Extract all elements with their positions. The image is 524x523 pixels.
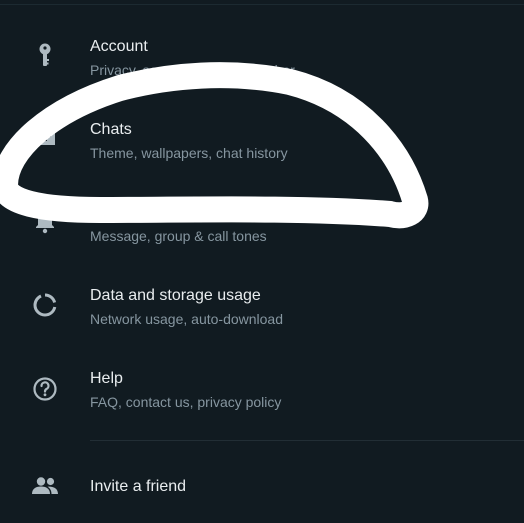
data-usage-icon bbox=[30, 290, 60, 320]
top-divider bbox=[0, 4, 524, 5]
settings-item-title: Data and storage usage bbox=[90, 287, 261, 304]
settings-item-help[interactable]: Help FAQ, contact us, privacy policy bbox=[0, 360, 524, 436]
settings-item-title: Account bbox=[90, 38, 148, 55]
chat-icon bbox=[30, 125, 60, 155]
help-icon bbox=[30, 374, 60, 404]
settings-item-subtitle: Privacy, security, change number bbox=[90, 62, 295, 78]
section-divider bbox=[90, 440, 524, 441]
key-icon bbox=[30, 40, 60, 70]
settings-item-title: Invite a friend bbox=[90, 478, 187, 495]
settings-item-chats[interactable]: Chats Theme, wallpapers, chat history bbox=[0, 111, 524, 187]
settings-item-account[interactable]: Account Privacy, security, change number bbox=[0, 28, 524, 104]
settings-item-title: Notifications bbox=[90, 204, 178, 221]
people-icon bbox=[30, 471, 60, 501]
settings-item-title: Help bbox=[90, 370, 123, 387]
settings-screen: Account Privacy, security, change number… bbox=[0, 0, 524, 523]
settings-item-data-storage[interactable]: Data and storage usage Network usage, au… bbox=[0, 277, 524, 353]
settings-item-title: Chats bbox=[90, 121, 132, 138]
settings-item-subtitle: Network usage, auto-download bbox=[90, 311, 284, 327]
settings-item-subtitle: Message, group & call tones bbox=[90, 228, 267, 244]
settings-item-notifications[interactable]: Notifications Message, group & call tone… bbox=[0, 194, 524, 270]
settings-item-subtitle: FAQ, contact us, privacy policy bbox=[90, 394, 282, 410]
settings-item-subtitle: Theme, wallpapers, chat history bbox=[90, 145, 288, 161]
bell-icon bbox=[30, 206, 60, 236]
settings-item-invite-friend[interactable]: Invite a friend bbox=[0, 451, 524, 521]
